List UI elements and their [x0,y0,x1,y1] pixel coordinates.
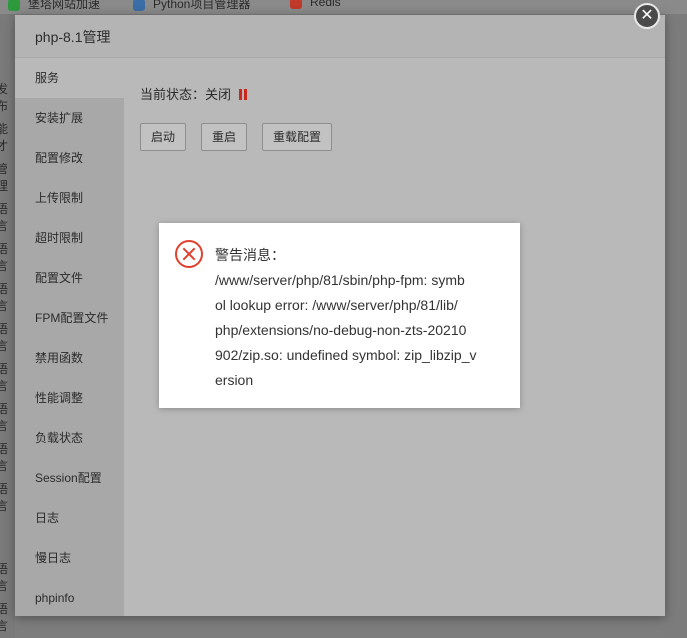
background-text: 发布 [0,82,9,113]
background-text: 语言 [0,202,9,233]
service-status: 当前状态：关闭 [140,84,247,103]
background-text: 语言 [0,322,9,353]
pause-icon [238,89,247,100]
sidebar-item-session-config[interactable]: Session配置 [15,458,124,498]
plugin-tab-python[interactable]: Python项目管理器 [133,0,250,12]
sidebar-item-disabled-functions[interactable]: 禁用函数 [15,338,124,378]
background-text: 语言 [0,402,9,433]
modal-sidebar: 服务 安装扩展 配置修改 上传限制 超时限制 配置文件 FPM配置文件 禁用函数… [15,58,124,616]
error-circle-icon [175,240,203,268]
sidebar-item-performance-tuning[interactable]: 性能调整 [15,378,124,418]
status-value: 关闭 [205,87,232,102]
close-icon[interactable]: ✕ [634,3,660,29]
modal-title: php-8.1管理 [35,29,111,45]
warning-line: ol lookup error: /www/server/php/81/lib/ [215,297,458,313]
status-label: 当前状态： [140,87,206,102]
warning-dialog: 警告消息： /www/server/php/81/sbin/php-fpm: s… [159,223,520,408]
reload-config-button[interactable]: 重载配置 [262,123,332,151]
warning-line: /www/server/php/81/sbin/php-fpm: symb [215,272,465,288]
redis-icon [290,0,302,9]
warning-title: 警告消息： [215,247,285,263]
background-text: 语言 [0,442,9,473]
sidebar-item-install-extensions[interactable]: 安装扩展 [15,98,124,138]
sidebar-item-slow-log[interactable]: 慢日志 [15,538,124,578]
restart-button[interactable]: 重启 [201,123,247,151]
sidebar-item-log[interactable]: 日志 [15,498,124,538]
plugin-tab-redis[interactable]: Redis [290,0,341,9]
warning-message: 警告消息： /www/server/php/81/sbin/php-fpm: s… [215,243,505,393]
background-text: 管理 [0,162,9,193]
bolt-icon [8,0,20,11]
warning-line: 902/zip.so: undefined symbol: zip_libzip… [215,347,477,363]
sidebar-item-service[interactable]: 服务 [15,58,124,98]
background-text: 语言 [0,602,9,633]
warning-line: ersion [215,372,254,388]
background-text: 语言 [0,482,9,513]
background-text: 语言 [0,242,9,273]
background-text: 能才 [0,122,9,153]
sidebar-item-upload-limit[interactable]: 上传限制 [15,178,124,218]
sidebar-item-load-status[interactable]: 负载状态 [15,418,124,458]
sidebar-item-config-edit[interactable]: 配置修改 [15,138,124,178]
background-text: 语言 [0,282,9,313]
background-text: 语言 [0,562,9,593]
start-button[interactable]: 启动 [140,123,186,151]
sidebar-item-config-file[interactable]: 配置文件 [15,258,124,298]
modal-header: php-8.1管理 [15,15,665,58]
background-text: 语言 [0,362,9,393]
warning-line: php/extensions/no-debug-non-zts-20210 [215,322,467,338]
background-plugin-bar: 堡塔网站加速 Python项目管理器 Redis [0,0,687,14]
background-right-column [665,14,687,638]
sidebar-item-timeout-limit[interactable]: 超时限制 [15,218,124,258]
sidebar-item-fpm-config-file[interactable]: FPM配置文件 [15,298,124,338]
sidebar-item-phpinfo[interactable]: phpinfo [15,578,124,618]
plugin-tab-site-accel[interactable]: 堡塔网站加速 [8,0,100,12]
background-left-column: 发布 能才 管理 语言 语言 语言 语言 语言 语言 语言 语言 语言 语言 [0,14,15,638]
python-icon [133,0,145,11]
